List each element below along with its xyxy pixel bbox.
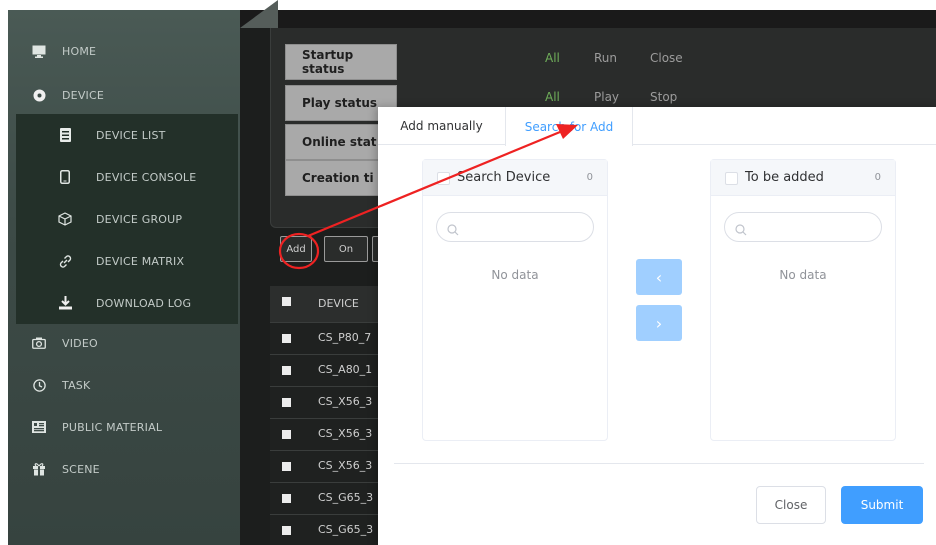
monitor-icon	[30, 42, 48, 60]
tab-add-manually[interactable]: Add manually	[378, 107, 505, 145]
link-icon	[56, 252, 74, 270]
table-row[interactable]: CS_G65_3	[270, 482, 390, 514]
dialog-divider	[394, 463, 924, 464]
close-button[interactable]: Close	[756, 486, 826, 524]
gift-icon	[30, 460, 48, 478]
sidebar-item-download-log[interactable]: DOWNLOAD LOG	[16, 282, 238, 324]
sidebar-item-device-list[interactable]: DEVICE LIST	[16, 114, 238, 156]
table-header: DEVICE	[270, 286, 390, 322]
add-device-dialog: Add manually Search for Add Search Devic…	[378, 107, 936, 545]
panel-header: Search Device 0	[423, 160, 607, 196]
download-icon	[56, 294, 74, 312]
to-be-added-input[interactable]	[753, 218, 873, 236]
row-checkbox[interactable]	[282, 430, 291, 439]
startup-option-close[interactable]: Close	[650, 51, 683, 65]
sidebar-item-scene[interactable]: SCENE	[8, 448, 240, 490]
to-be-added-filter[interactable]	[724, 212, 882, 242]
phone-icon	[56, 168, 74, 186]
add-button[interactable]: Add	[280, 236, 312, 262]
sidebar-item-label: HOME	[62, 44, 97, 58]
clock-icon	[30, 376, 48, 394]
device-name-cell: CS_A80_1	[318, 363, 373, 376]
move-left-button[interactable]: ‹	[636, 259, 682, 295]
panel-count: 0	[874, 172, 881, 183]
sidebar-item-label: SCENE	[62, 462, 100, 476]
submit-button[interactable]: Submit	[841, 486, 923, 524]
sidebar-item-label: DEVICE LIST	[96, 128, 166, 142]
search-icon	[735, 221, 747, 240]
search-device-filter[interactable]	[436, 212, 594, 242]
sidebar-item-label: TASK	[62, 378, 91, 392]
panel-title: Search Device	[457, 170, 551, 185]
sidebar-item-label: DOWNLOAD LOG	[96, 296, 192, 310]
media-icon	[30, 418, 48, 436]
camera-icon	[30, 334, 48, 352]
tab-search-for-add[interactable]: Search for Add	[505, 107, 633, 146]
device-name-cell: CS_X56_3	[318, 427, 373, 440]
sidebar-item-label: DEVICE	[62, 88, 105, 102]
disc-icon	[30, 86, 48, 104]
sidebar-item-label: PUBLIC MATERIAL	[62, 420, 163, 434]
cube-icon	[56, 210, 74, 228]
startup-option-run[interactable]: Run	[594, 51, 617, 65]
row-checkbox[interactable]	[282, 334, 291, 343]
device-name-cell: CS_P80_7	[318, 331, 372, 344]
header-corner	[240, 0, 278, 28]
to-be-added-panel: To be added 0 No data	[710, 159, 896, 441]
device-name-cell: CS_G65_3	[318, 523, 374, 536]
sidebar-item-label: DEVICE CONSOLE	[96, 170, 197, 184]
top-bar	[240, 10, 936, 28]
play-option-stop[interactable]: Stop	[650, 90, 677, 104]
sidebar-item-home[interactable]: HOME	[8, 30, 240, 72]
play-option-all[interactable]: All	[545, 90, 560, 104]
select-all-checkbox[interactable]	[282, 297, 291, 306]
sidebar-item-video[interactable]: VIDEO	[8, 322, 240, 364]
sidebar-item-label: DEVICE MATRIX	[96, 254, 185, 268]
panel-title: To be added	[745, 170, 824, 185]
sidebar-item-device-matrix[interactable]: DEVICE MATRIX	[16, 240, 238, 282]
on-button[interactable]: On	[324, 236, 368, 262]
panel-header: To be added 0	[711, 160, 895, 196]
sidebar-item-label: VIDEO	[62, 336, 98, 350]
row-checkbox[interactable]	[282, 366, 291, 375]
sidebar-item-label: DEVICE GROUP	[96, 212, 183, 226]
panel-count: 0	[586, 172, 593, 183]
row-checkbox[interactable]	[282, 398, 291, 407]
device-name-cell: CS_G65_3	[318, 491, 374, 504]
table-row[interactable]: CS_G65_3	[270, 514, 390, 545]
search-device-input[interactable]	[465, 218, 585, 236]
sidebar: HOME DEVICE DEVICE LIST DEVICE CONSOLE D…	[8, 10, 240, 545]
column-header-device: DEVICE	[318, 297, 359, 310]
sidebar-item-device-console[interactable]: DEVICE CONSOLE	[16, 156, 238, 198]
table-row[interactable]: CS_X56_3	[270, 450, 390, 482]
sidebar-item-device[interactable]: DEVICE	[8, 74, 240, 116]
row-checkbox[interactable]	[282, 494, 291, 503]
search-icon	[447, 221, 459, 240]
to-be-added-select-all-checkbox[interactable]	[725, 172, 738, 185]
move-right-button[interactable]: ›	[636, 305, 682, 341]
row-checkbox[interactable]	[282, 462, 291, 471]
table-row[interactable]: CS_A80_1	[270, 354, 390, 386]
empty-state: No data	[491, 268, 539, 282]
table-row[interactable]: CS_X56_3	[270, 418, 390, 450]
play-option-play[interactable]: Play	[594, 90, 619, 104]
filter-label-startup: Startup status	[285, 44, 397, 80]
device-name-cell: CS_X56_3	[318, 395, 373, 408]
sidebar-item-task[interactable]: TASK	[8, 364, 240, 406]
table-row[interactable]: CS_X56_3	[270, 386, 390, 418]
device-name-cell: CS_X56_3	[318, 459, 373, 472]
sidebar-item-device-group[interactable]: DEVICE GROUP	[16, 198, 238, 240]
startup-option-all[interactable]: All	[545, 51, 560, 65]
table-row[interactable]: CS_P80_7	[270, 322, 390, 354]
sidebar-item-public-material[interactable]: PUBLIC MATERIAL	[8, 406, 240, 448]
dialog-tabs: Add manually Search for Add	[378, 107, 936, 146]
empty-state: No data	[779, 268, 827, 282]
list-doc-icon	[56, 126, 74, 144]
search-device-select-all-checkbox[interactable]	[437, 172, 450, 185]
row-checkbox[interactable]	[282, 526, 291, 535]
search-device-panel: Search Device 0 No data	[422, 159, 608, 441]
